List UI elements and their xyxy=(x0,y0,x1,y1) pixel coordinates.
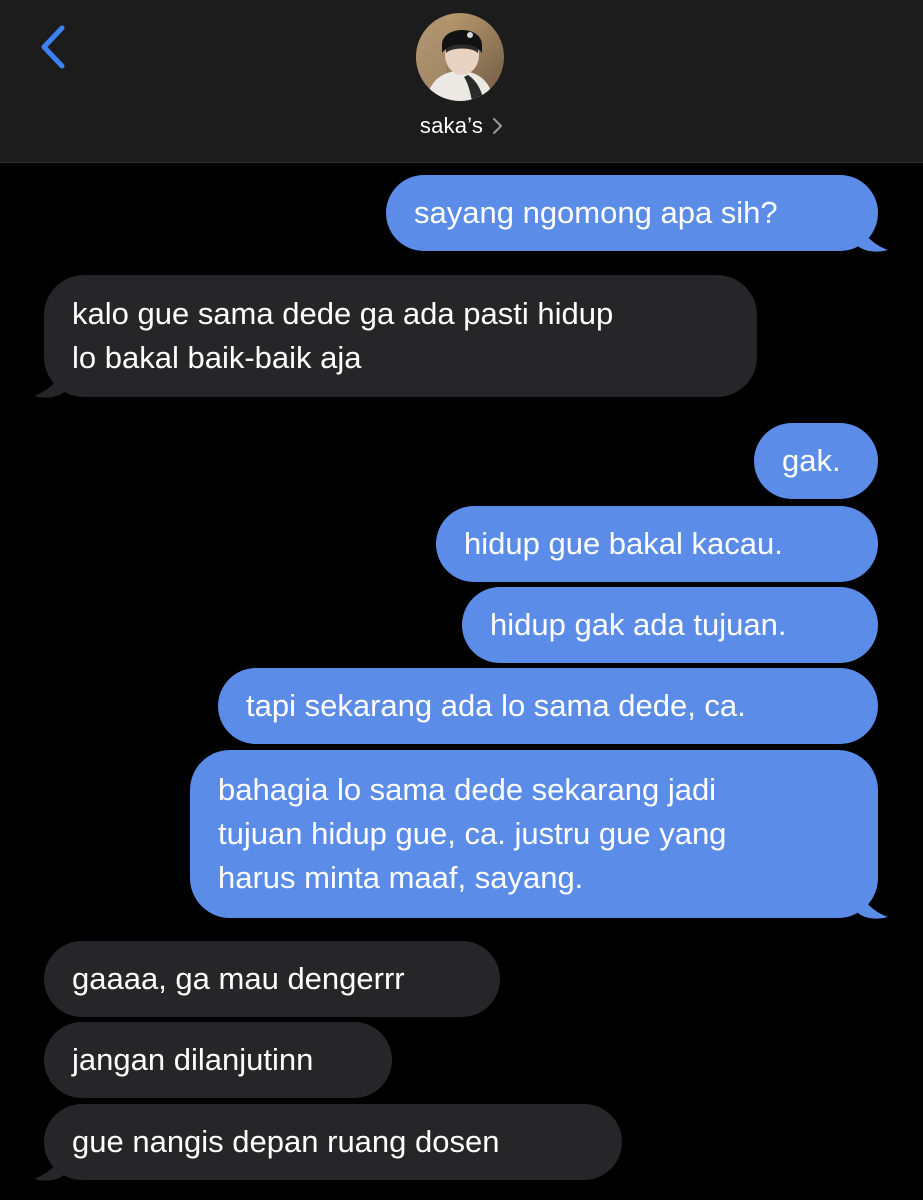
message-text: gaaaa, ga mau dengerrr xyxy=(72,961,405,996)
message-bubble-incoming[interactable]: kalo gue sama dede ga ada pasti hidup lo… xyxy=(44,275,757,397)
bubble-tail xyxy=(34,1153,64,1181)
message-text: tapi sekarang ada lo sama dede, ca. xyxy=(246,688,746,723)
message-bubble-outgoing[interactable]: hidup gak ada tujuan. xyxy=(462,587,878,663)
chevron-right-icon xyxy=(493,118,503,134)
message-text: jangan dilanjutinn xyxy=(72,1042,314,1077)
contact-name: saka’s xyxy=(419,113,484,138)
message-bubble-outgoing[interactable]: sayang ngomong apa sih? xyxy=(386,175,878,251)
bubble-tail xyxy=(858,891,888,919)
avatar-photo xyxy=(416,13,504,101)
message-bubble-incoming[interactable]: gue nangis depan ruang dosen xyxy=(44,1104,622,1180)
message-text: hidup gue bakal kacau. xyxy=(464,526,783,561)
conversation-header: saka’s xyxy=(0,0,923,163)
message-text: tujuan hidup gue, ca. justru gue yang xyxy=(218,816,727,851)
message-bubble-outgoing[interactable]: tapi sekarang ada lo sama dede, ca. xyxy=(218,668,878,744)
message-bubble-outgoing[interactable]: gak. xyxy=(754,423,878,499)
message-text: sayang ngomong apa sih? xyxy=(414,195,778,230)
message-text: gak. xyxy=(782,443,841,478)
back-button[interactable] xyxy=(30,22,80,72)
contact-name-row[interactable]: saka’s xyxy=(0,108,923,144)
message-bubble-incoming[interactable]: gaaaa, ga mau dengerrr xyxy=(44,941,500,1017)
bubble-tail xyxy=(34,370,64,398)
chevron-left-icon xyxy=(41,25,65,69)
contact-avatar[interactable] xyxy=(416,13,504,101)
message-text: kalo gue sama dede ga ada pasti hidup xyxy=(72,296,614,331)
message-text: hidup gak ada tujuan. xyxy=(490,607,787,642)
bubble-tail xyxy=(858,224,888,252)
message-text: gue nangis depan ruang dosen xyxy=(72,1124,500,1159)
message-text: harus minta maaf, sayang. xyxy=(218,860,584,895)
message-bubble-incoming[interactable]: jangan dilanjutinn xyxy=(44,1022,392,1098)
message-text: lo bakal baik-baik aja xyxy=(72,340,362,375)
message-text: bahagia lo sama dede sekarang jadi xyxy=(218,772,717,807)
message-bubble-outgoing[interactable]: bahagia lo sama dede sekarang jadi tujua… xyxy=(190,750,878,918)
message-bubble-outgoing[interactable]: hidup gue bakal kacau. xyxy=(436,506,878,582)
